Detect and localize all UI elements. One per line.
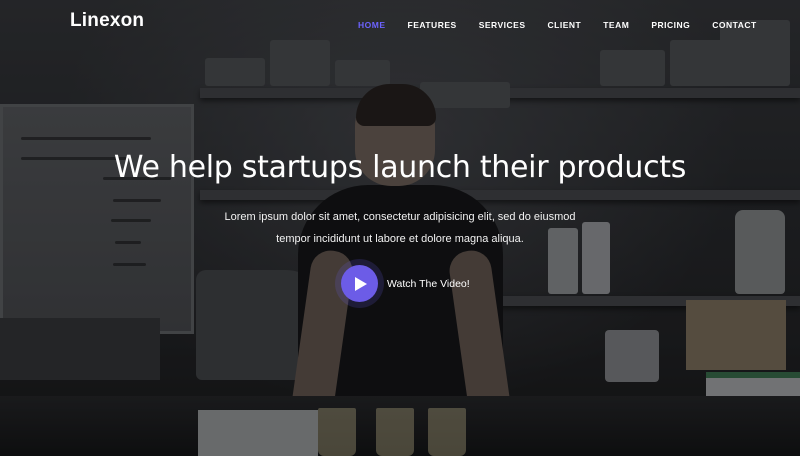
hero-section: We help startups launch their products L…	[0, 0, 800, 456]
nav-item-team[interactable]: TEAM	[603, 20, 629, 30]
nav-item-home[interactable]: HOME	[358, 20, 386, 30]
nav-item-services[interactable]: SERVICES	[479, 20, 526, 30]
hero-description-line-1: Lorem ipsum dolor sit amet, consectetur …	[224, 211, 576, 223]
brand-logo[interactable]: Linexon	[70, 10, 144, 32]
main-nav: HOME FEATURES SERVICES CLIENT TEAM PRICI…	[358, 20, 779, 30]
hero-description-line-2: tempor incididunt ut labore et dolore ma…	[276, 233, 524, 245]
watch-video-label[interactable]: Watch The Video!	[387, 278, 470, 290]
navbar: Linexon HOME FEATURES SERVICES CLIENT TE…	[0, 0, 800, 52]
nav-item-contact[interactable]: CONTACT	[712, 20, 756, 30]
play-icon	[355, 276, 367, 291]
watch-video-link[interactable]: Watch The Video!	[341, 265, 470, 302]
nav-item-pricing[interactable]: PRICING	[651, 20, 690, 30]
nav-item-features[interactable]: FEATURES	[408, 20, 457, 30]
play-button[interactable]	[341, 265, 378, 302]
hero-title: We help startups launch their products	[113, 150, 687, 185]
hero-description: Lorem ipsum dolor sit amet, consectetur …	[0, 206, 800, 250]
nav-item-client[interactable]: CLIENT	[548, 20, 582, 30]
